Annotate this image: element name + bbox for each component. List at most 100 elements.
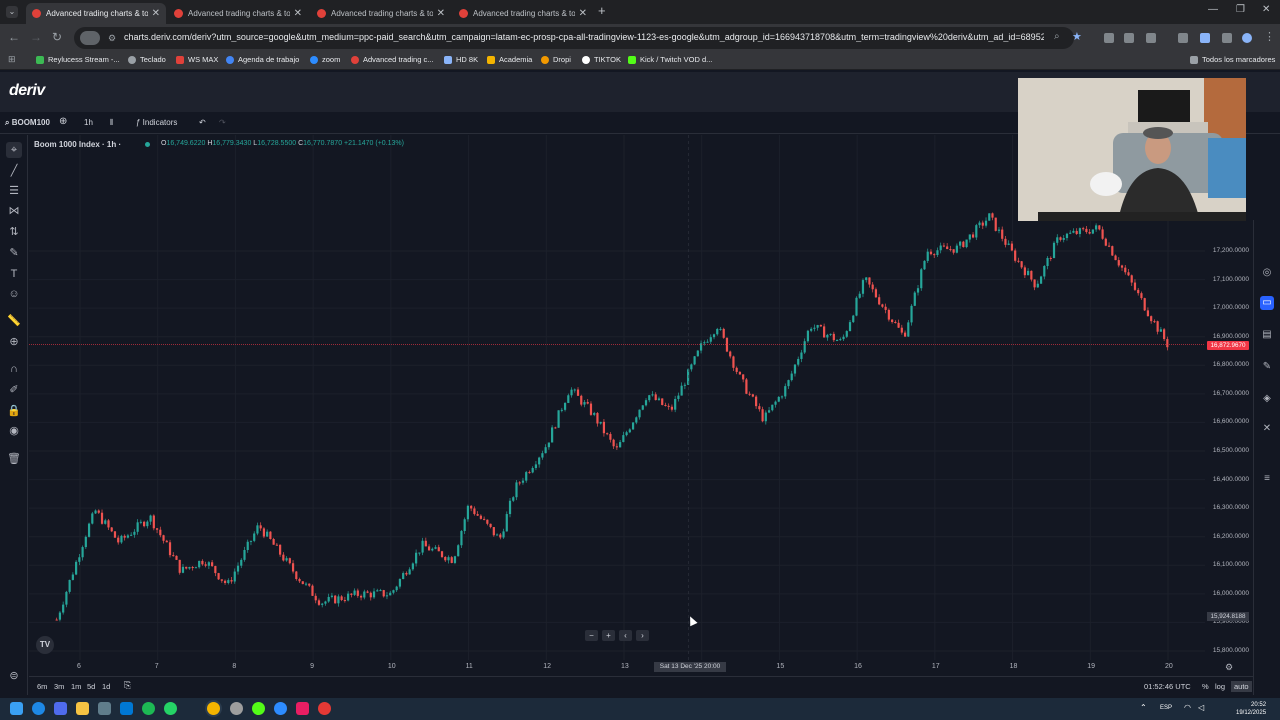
watchlist-icon[interactable]: ◎ bbox=[1260, 266, 1274, 280]
menu-dots-icon[interactable]: ⋮ bbox=[1264, 30, 1275, 43]
url-input[interactable]: ⚙ charts.deriv.com/deriv?utm_source=goog… bbox=[74, 27, 1074, 49]
reload-icon[interactable]: ↻ bbox=[52, 30, 62, 44]
volume-icon[interactable]: ◁ bbox=[1198, 703, 1204, 712]
emoji-tool-icon[interactable]: ☺ bbox=[6, 286, 22, 302]
trash-icon[interactable]: 🗑 bbox=[6, 451, 22, 467]
store-icon[interactable] bbox=[98, 702, 111, 715]
notes-icon[interactable]: ✎ bbox=[1260, 360, 1274, 374]
ruler-icon[interactable]: 📏 bbox=[6, 313, 22, 329]
text-tool-icon[interactable]: T bbox=[6, 266, 22, 282]
compare-symbol-icon[interactable]: ⊕ bbox=[59, 116, 67, 127]
profile-icon[interactable] bbox=[1222, 33, 1232, 43]
file-explorer-icon[interactable] bbox=[76, 702, 89, 715]
bookmark-6[interactable]: Advanced trading c... bbox=[351, 55, 433, 64]
browser-tab-2[interactable]: Advanced trading charts & too ✕ bbox=[168, 3, 308, 24]
date-range-calendar-icon[interactable]: ⎘ bbox=[124, 680, 131, 691]
back-icon[interactable]: ← bbox=[8, 30, 20, 44]
minimize-icon[interactable]: — bbox=[1208, 4, 1218, 15]
app-icon-3[interactable] bbox=[318, 702, 331, 715]
account-icon[interactable] bbox=[1242, 33, 1252, 43]
close-tab-icon[interactable]: ✕ bbox=[152, 8, 160, 19]
interval-button[interactable]: 1h bbox=[84, 118, 93, 127]
symbol-search[interactable]: ⌕ BOOM100 bbox=[5, 118, 50, 128]
browser-tab-1[interactable]: Advanced trading charts & too ✕ bbox=[26, 3, 166, 24]
range-6m-button[interactable]: 6m bbox=[37, 682, 47, 691]
gamepad-icon[interactable]: ◈ bbox=[1260, 392, 1274, 406]
zoom-app-icon[interactable] bbox=[274, 702, 287, 715]
apps-grid-icon[interactable]: ⊞ bbox=[8, 54, 16, 65]
bookmark-star-icon[interactable]: ★ bbox=[1072, 30, 1082, 43]
bookmark-11[interactable]: Kick / Twitch VOD d... bbox=[628, 55, 712, 64]
outlook-icon[interactable] bbox=[120, 702, 133, 715]
settings-icon[interactable] bbox=[230, 702, 243, 715]
whatsapp-icon[interactable] bbox=[164, 702, 177, 715]
maximize-icon[interactable]: ❐ bbox=[1236, 4, 1245, 15]
range-1m-button[interactable]: 1m bbox=[71, 682, 81, 691]
bookmark-8[interactable]: Academia bbox=[487, 55, 532, 64]
tradingview-logo-icon[interactable]: TV bbox=[36, 636, 54, 654]
fib-tool-icon[interactable]: ☰ bbox=[6, 183, 22, 199]
redo-icon[interactable]: ↷ bbox=[219, 118, 226, 127]
app-icon-1[interactable] bbox=[54, 702, 67, 715]
range-3m-button[interactable]: 3m bbox=[54, 682, 64, 691]
tune-icon[interactable]: ⚙ bbox=[108, 33, 116, 44]
filter-icon[interactable]: ≡ bbox=[1260, 472, 1274, 486]
tools-icon[interactable]: ✕ bbox=[1260, 422, 1274, 436]
brush-tool-icon[interactable]: ✎ bbox=[6, 245, 22, 261]
system-clock[interactable]: 20:52 19/12/2025 bbox=[1236, 701, 1266, 717]
indicators-button[interactable]: ƒ Indicators bbox=[136, 118, 177, 127]
eye-icon[interactable]: ◉ bbox=[6, 423, 22, 439]
magnet-icon[interactable]: ∩ bbox=[6, 361, 22, 377]
trend-line-icon[interactable]: ╱ bbox=[6, 163, 22, 179]
network-icon[interactable]: ◠ bbox=[1184, 703, 1191, 712]
bookmark-9[interactable]: Dropi bbox=[541, 55, 571, 64]
undo-icon[interactable]: ↶ bbox=[199, 118, 206, 127]
tiktok-icon[interactable] bbox=[296, 702, 309, 715]
bookmark-7[interactable]: HD 8K bbox=[444, 55, 478, 64]
extension-icon-2[interactable] bbox=[1124, 33, 1134, 43]
close-tab-icon[interactable]: ✕ bbox=[579, 8, 587, 19]
site-info-icon[interactable] bbox=[80, 31, 100, 45]
utc-clock[interactable]: 01:52:46 UTC bbox=[1144, 682, 1191, 691]
tab-search-icon[interactable]: ⌄ bbox=[6, 6, 18, 18]
zoom-out-button[interactable]: − bbox=[585, 630, 598, 641]
zoom-in-button[interactable]: + bbox=[602, 630, 615, 641]
range-5d-button[interactable]: 5d bbox=[87, 682, 95, 691]
pattern-tool-icon[interactable]: ⋈ bbox=[6, 203, 22, 219]
close-tab-icon[interactable]: ✕ bbox=[437, 8, 445, 19]
language-indicator[interactable]: ESP bbox=[1160, 705, 1172, 711]
zoom-in-icon[interactable]: ⊕ bbox=[6, 334, 22, 350]
log-scale-button[interactable]: log bbox=[1215, 682, 1225, 691]
start-icon[interactable] bbox=[10, 702, 23, 715]
close-window-icon[interactable]: ✕ bbox=[1262, 4, 1270, 15]
close-tab-icon[interactable]: ✕ bbox=[294, 8, 302, 19]
spotify-icon[interactable] bbox=[142, 702, 155, 715]
sidepanel-icon[interactable] bbox=[1200, 33, 1210, 43]
extension-icon-1[interactable] bbox=[1104, 33, 1114, 43]
scroll-right-button[interactable]: › bbox=[636, 630, 649, 641]
bookmark-1[interactable]: Reylucess Stream -... bbox=[36, 55, 120, 64]
time-axis[interactable]: 67891011121314151617181920 bbox=[29, 660, 1205, 674]
chat-icon[interactable]: ▭ bbox=[1260, 296, 1274, 310]
auto-scale-button[interactable]: auto bbox=[1231, 681, 1252, 692]
keep-drawing-icon[interactable]: ✐ bbox=[6, 382, 22, 398]
settings-gear-icon[interactable]: ⚙ bbox=[1225, 662, 1233, 673]
tray-overflow-icon[interactable]: ⌃ bbox=[1140, 703, 1147, 712]
forward-icon[interactable]: → bbox=[30, 30, 42, 44]
bookmark-2[interactable]: Teclado bbox=[128, 55, 166, 64]
bookmark-5[interactable]: zoom bbox=[310, 55, 340, 64]
forecast-tool-icon[interactable]: ⇅ bbox=[6, 224, 22, 240]
lock-icon[interactable]: 🔒 bbox=[6, 403, 22, 419]
cursor-tool-icon[interactable]: ⌖ bbox=[6, 142, 22, 158]
new-tab-icon[interactable]: + bbox=[598, 3, 606, 18]
browser-tab-3[interactable]: Advanced trading charts & too ✕ bbox=[311, 3, 451, 24]
range-1d-button[interactable]: 1d bbox=[102, 682, 110, 691]
chart-type-icon[interactable]: ⫴ bbox=[110, 118, 113, 128]
bookmark-4[interactable]: Agenda de trabajo bbox=[226, 55, 299, 64]
calendar-icon[interactable]: ▤ bbox=[1260, 328, 1274, 342]
bookmark-3[interactable]: WS MAX bbox=[176, 55, 218, 64]
scroll-left-button[interactable]: ‹ bbox=[619, 630, 632, 641]
object-tree-icon[interactable]: ⊜ bbox=[6, 668, 22, 684]
percent-scale-button[interactable]: % bbox=[1202, 682, 1209, 691]
bookmark-10[interactable]: TIKTOK bbox=[582, 55, 621, 64]
